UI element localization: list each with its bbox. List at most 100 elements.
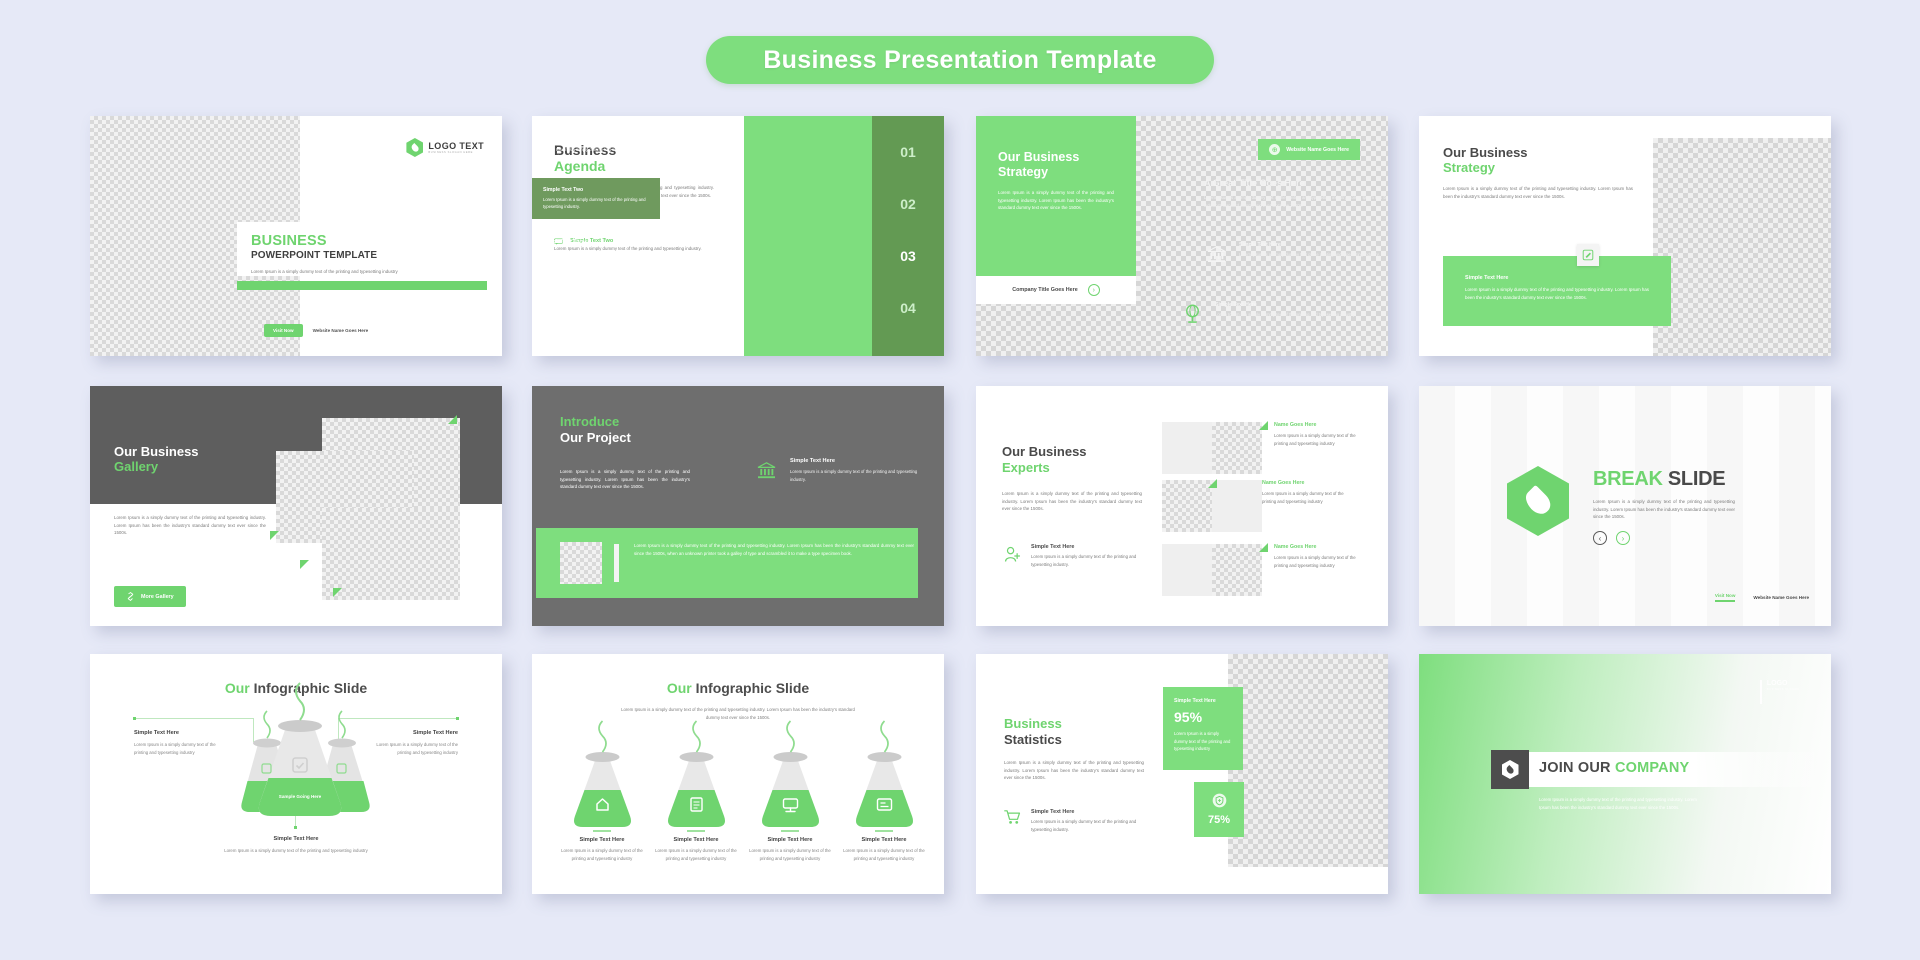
arrow-right-circle-icon[interactable]: ›	[1087, 284, 1100, 296]
feature-heading: Simple Text Here	[1239, 242, 1281, 248]
feature-heading: Simple Text Here	[1031, 809, 1075, 815]
expert-name: Name Goes Here	[1274, 422, 1317, 428]
slide-introduce-project[interactable]: Introduce Our Project Lorem Ipsum is a s…	[532, 386, 944, 626]
slide-statistics[interactable]: Business Statistics Lorem Ipsum is a sim…	[976, 654, 1388, 894]
divider	[875, 830, 893, 832]
block-heading: Simple Text Here	[273, 836, 319, 842]
agenda-item-1[interactable]: Simple Text One Lorem Ipsum is a simply …	[532, 128, 660, 169]
gallery-title-line1: Our Business	[114, 444, 199, 459]
block-body: Lorem Ipsum is a simply dummy text of th…	[376, 742, 458, 755]
slide-infographic-three[interactable]: Our Infographic Slide Sample Going Here …	[90, 654, 502, 894]
gallery-body: Lorem Ipsum is a simply dummy text of th…	[114, 515, 266, 536]
column-heading: Simple Text Here	[579, 837, 625, 843]
website-pill-button[interactable]: ⊕ Website Name Goes Here	[1258, 139, 1360, 160]
title-body: Lorem Ipsum is a simply dummy text of th…	[251, 269, 398, 275]
strategy-feature-2: Simple Text Here Lorem Ipsum is a simply…	[1180, 302, 1365, 326]
visit-now-link[interactable]: Visit Now	[1714, 593, 1736, 602]
break-title-dark: SLIDE	[1667, 468, 1726, 490]
website-label: Website Name Goes Here	[1753, 595, 1809, 600]
logo-block: LOGO TEXT BUSINESS SLOGAN HERE	[406, 138, 484, 157]
bank-icon	[1204, 242, 1228, 266]
agenda-number-1: 01	[900, 144, 916, 160]
infographic-right-block: Simple Text Here Lorem Ipsum is a simply…	[362, 730, 458, 757]
expert-name: Name Goes Here	[1274, 544, 1317, 550]
accent-bar	[237, 281, 487, 290]
slide-strategy-b[interactable]: Our Business Strategy Lorem Ipsum is a s…	[1419, 116, 1831, 356]
agenda-item-2[interactable]: Simple Text Two Lorem Ipsum is a simply …	[532, 178, 660, 220]
introduce-body: Lorem Ipsum is a simply dummy text of th…	[560, 469, 690, 490]
block-heading: Simple Text Here	[134, 730, 179, 736]
agenda-item-4[interactable]: Simple Text Four Lorem Ipsum is a simply…	[532, 282, 660, 323]
logo-block: LOGO BUSINESS SLOGAN	[1759, 680, 1799, 704]
visit-now-button[interactable]: Visit Now	[264, 324, 303, 337]
slide-join-company[interactable]: LOGO BUSINESS SLOGAN JOIN OUR COMPANY Lo…	[1419, 654, 1831, 894]
slide-break[interactable]: BREAK SLIDE Lorem Ipsum is a simply dumm…	[1419, 386, 1831, 626]
strategy-right-title: A Great Title Goes Here	[1204, 178, 1305, 188]
expert-body: Lorem Ipsum is a simply dummy text of th…	[1262, 491, 1344, 504]
accent-triangle-2	[270, 531, 279, 540]
accent-triangle-3	[300, 560, 309, 569]
join-title: JOIN OUR COMPANY	[1539, 760, 1689, 776]
link-icon	[127, 592, 134, 601]
agenda-item-body: Lorem Ipsum is a simply dummy text of th…	[543, 147, 646, 160]
slide-infographic-four[interactable]: Our Infographic Slide Lorem Ipsum is a s…	[532, 654, 944, 894]
introduce-title-line1: Introduce	[560, 414, 620, 429]
experts-title-line2: Experts	[1002, 459, 1050, 475]
slide-title[interactable]: LOGO TEXT BUSINESS SLOGAN HERE BUSINESS …	[90, 116, 502, 356]
arrow-right-circle-icon[interactable]: ›	[1616, 531, 1630, 545]
agenda-item-3[interactable]: Simple Text Three Lorem Ipsum is a simpl…	[532, 230, 660, 271]
column-body: Lorem Ipsum is a simply dummy text of th…	[843, 848, 925, 861]
agenda-item-body: Lorem Ipsum is a simply dummy text of th…	[543, 197, 646, 210]
strategy-green-panel: Our Business Strategy Lorem Ipsum is a s…	[976, 116, 1136, 276]
accent-triangle-1	[448, 415, 457, 424]
introduce-band-body: Lorem Ipsum is a simply dummy text of th…	[634, 543, 914, 556]
experts-feature: Simple Text Here Lorem Ipsum is a simply…	[1002, 544, 1151, 568]
experts-body: Lorem Ipsum is a simply dummy text of th…	[1002, 491, 1142, 512]
stat-value: 75%	[1207, 814, 1231, 826]
strategy-b-body: Lorem Ipsum is a simply dummy text of th…	[1443, 185, 1633, 199]
statistics-body: Lorem Ipsum is a simply dummy text of th…	[1004, 760, 1144, 781]
break-title: BREAK SLIDE	[1593, 468, 1726, 491]
agenda-number-2: 02	[900, 196, 916, 212]
edit-document-badge[interactable]	[1577, 244, 1599, 266]
title-card: BUSINESS POWERPOINT TEMPLATE Lorem Ipsum…	[237, 222, 487, 276]
agenda-item-heading: Simple Text Four	[543, 291, 585, 297]
infographic-column-1: Simple Text Here Lorem Ipsum is a simply…	[554, 822, 650, 863]
bank-icon	[754, 458, 778, 482]
agenda-item-body: Lorem Ipsum is a simply dummy text of th…	[543, 249, 646, 262]
experts-title: Our Business Experts	[1002, 444, 1087, 475]
accent-triangle-2	[1208, 479, 1217, 488]
slide-strategy-a[interactable]: Our Business Strategy Lorem Ipsum is a s…	[976, 116, 1388, 356]
feature-body: Lorem Ipsum is a simply dummy text of th…	[1031, 554, 1137, 567]
gallery-image-3	[322, 508, 460, 600]
column-heading: Simple Text Here	[861, 837, 907, 843]
expert-body: Lorem Ipsum is a simply dummy text of th…	[1274, 433, 1356, 446]
arrow-left-circle-icon[interactable]: ‹	[1593, 531, 1607, 545]
divider	[781, 830, 799, 832]
shield-icon	[1212, 793, 1226, 808]
slide-experts[interactable]: Our Business Experts Lorem Ipsum is a si…	[976, 386, 1388, 626]
title-green: BUSINESS	[251, 233, 327, 249]
column-body: Lorem Ipsum is a simply dummy text of th…	[655, 848, 737, 861]
more-gallery-button[interactable]: More Gallery	[114, 586, 186, 607]
accent-triangle-1	[1259, 421, 1268, 430]
card-body: Lorem Ipsum is a simply dummy text of th…	[1465, 287, 1649, 300]
feature-body: Lorem Ipsum is a simply dummy text of th…	[1031, 819, 1137, 832]
block-heading: Simple Text Here	[413, 730, 458, 736]
introduce-title: Introduce Our Project	[560, 414, 631, 445]
statistics-title-line1: Business	[1004, 716, 1062, 731]
feature-body: Lorem Ipsum is a simply dummy text of th…	[790, 469, 918, 482]
slide-gallery[interactable]: Our Business Gallery Lorem Ipsum is a si…	[90, 386, 502, 626]
slide-agenda[interactable]: Business Agenda Lorem Ipsum is a simply …	[532, 116, 944, 356]
strategy-company-bar[interactable]: Company Title Goes Here ›	[976, 276, 1136, 304]
agenda-item-heading: Simple Text One	[543, 137, 584, 143]
website-label: Website Name Goes Here	[312, 328, 369, 333]
statistics-title: Business Statistics	[1004, 716, 1062, 747]
stat-card-75: 75%	[1194, 782, 1244, 837]
accent-triangle-4	[333, 588, 342, 597]
accent-triangle-3	[1259, 543, 1268, 552]
expert-photo-placeholder	[1212, 422, 1262, 474]
infographic-column-2: Simple Text Here Lorem Ipsum is a simply…	[648, 822, 744, 863]
strategy-feature-1: Simple Text Here Lorem Ipsum is a simply…	[1204, 242, 1388, 266]
logo-text: LOGO TEXT	[428, 141, 484, 151]
